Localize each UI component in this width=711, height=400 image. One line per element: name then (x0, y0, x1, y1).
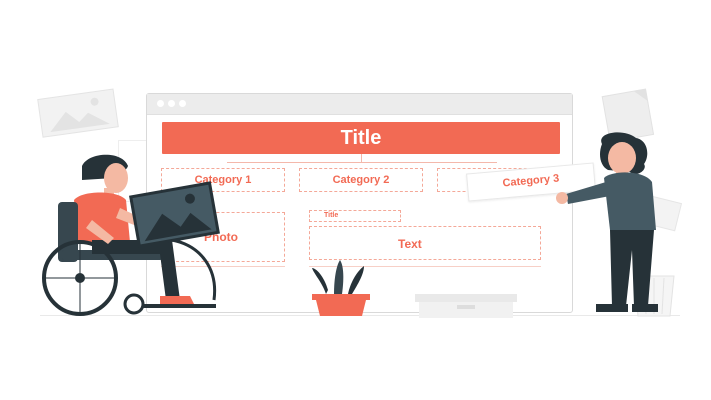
storage-box (415, 294, 517, 318)
woman-in-wheelchair (42, 154, 220, 316)
image-placeholder-icon (37, 88, 119, 138)
small-title-label: Title (324, 212, 339, 219)
text-label: Text (398, 237, 422, 251)
window-titlebar (147, 94, 572, 115)
category-2-box: Category 2 (299, 168, 423, 192)
connector-line (227, 162, 497, 163)
cactus-plant (312, 260, 370, 316)
category-2-label: Category 2 (332, 174, 390, 186)
small-title-box: Title (309, 210, 401, 222)
standing-man (556, 132, 658, 312)
window-dot (179, 100, 186, 107)
window-dot (168, 100, 175, 107)
connector-line (361, 154, 362, 162)
window-dot (157, 100, 164, 107)
